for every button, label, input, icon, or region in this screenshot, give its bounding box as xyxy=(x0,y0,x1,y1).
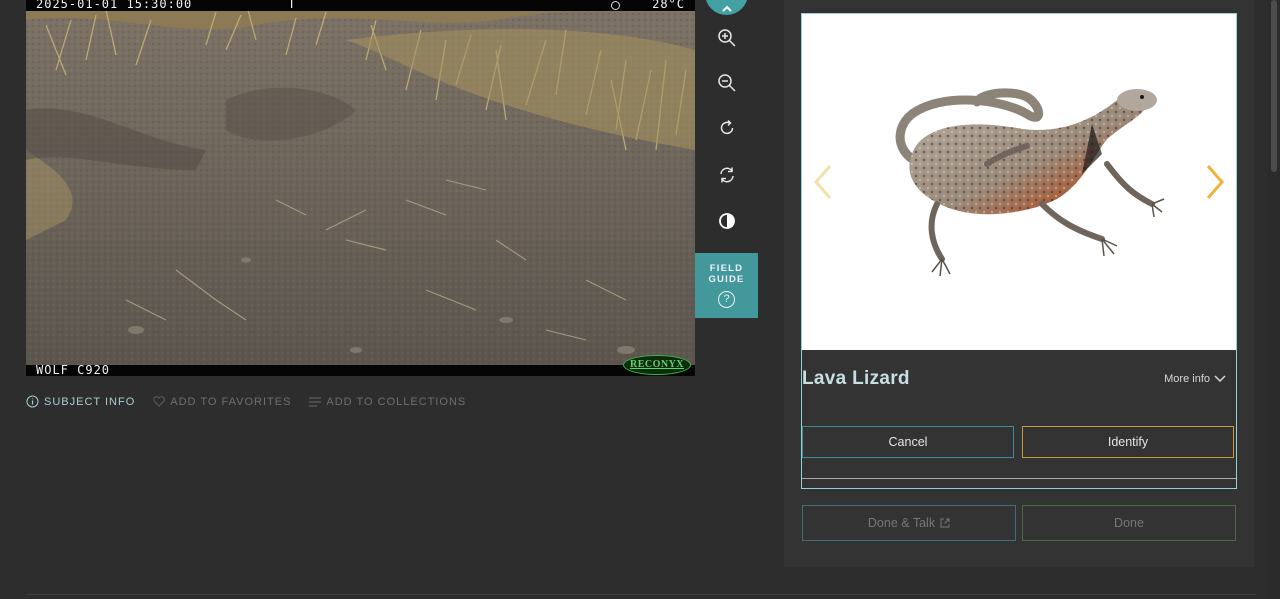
page-scrollbar[interactable] xyxy=(1268,0,1280,599)
subject-info-link[interactable]: SUBJECT INFO xyxy=(26,395,135,408)
rotate-icon xyxy=(720,119,733,135)
done-button[interactable]: Done xyxy=(1022,505,1236,541)
divider xyxy=(26,594,1256,595)
moon-phase-icon xyxy=(611,1,620,10)
help-icon: ? xyxy=(718,291,735,308)
card-divider xyxy=(802,478,1236,479)
next-image-button[interactable] xyxy=(1200,162,1230,202)
camera-model-bar: WOLF C920 xyxy=(26,363,695,376)
heart-icon xyxy=(153,396,166,407)
done-and-talk-label: Done & Talk xyxy=(867,516,936,530)
cancel-button[interactable]: Cancel xyxy=(802,426,1014,458)
more-info-toggle[interactable]: More info xyxy=(1164,373,1226,385)
field-guide-button[interactable]: FIELD GUIDE ? xyxy=(695,253,758,318)
reset-icon xyxy=(719,167,734,183)
add-to-favorites-link[interactable]: ADD TO FAVORITES xyxy=(153,395,291,408)
chevron-right-icon xyxy=(1206,165,1224,199)
camera-flag: T xyxy=(288,0,297,11)
camera-model: WOLF C920 xyxy=(36,363,111,376)
chevron-icon xyxy=(721,5,732,12)
reset-button[interactable] xyxy=(695,155,758,195)
lizard-illustration xyxy=(895,88,1165,277)
subject-info-label: SUBJECT INFO xyxy=(44,395,136,408)
species-card-footer: Lava Lizard More info Cancel Identify xyxy=(802,350,1236,488)
move-tool-button[interactable] xyxy=(705,0,748,15)
subject-meta-links: SUBJECT INFO ADD TO FAVORITES ADD TO COL… xyxy=(26,395,484,408)
more-info-label: More info xyxy=(1164,373,1210,385)
identify-button[interactable]: Identify xyxy=(1022,426,1234,458)
field-guide-label: FIELD GUIDE xyxy=(708,263,745,285)
camera-trap-photo xyxy=(26,0,695,376)
external-link-icon xyxy=(940,518,950,528)
invert-icon xyxy=(718,213,735,229)
camera-temperature: 28°C xyxy=(652,0,685,11)
rotate-button[interactable] xyxy=(695,108,758,148)
task-panel: Lava Lizard More info Cancel Identify Do… xyxy=(784,0,1254,567)
info-icon xyxy=(26,395,39,408)
subject-image[interactable]: 2025-01-01 15:30:00 T 28°C WOLF C920 REC… xyxy=(26,0,695,376)
species-card: Lava Lizard More info Cancel Identify xyxy=(801,13,1237,489)
camera-info-bar: 2025-01-01 15:30:00 T 28°C xyxy=(26,0,695,11)
list-icon xyxy=(309,396,322,407)
camera-timestamp: 2025-01-01 15:30:00 xyxy=(36,0,193,11)
zoom-in-icon xyxy=(717,29,736,47)
add-to-collections-label: ADD TO COLLECTIONS xyxy=(326,395,467,408)
species-name: Lava Lizard xyxy=(802,368,910,389)
previous-image-button[interactable] xyxy=(808,162,838,202)
done-and-talk-button[interactable]: Done & Talk xyxy=(802,505,1016,541)
add-to-collections-link[interactable]: ADD TO COLLECTIONS xyxy=(309,395,466,408)
add-to-favorites-label: ADD TO FAVORITES xyxy=(170,395,292,408)
chevron-down-icon xyxy=(1214,375,1226,383)
species-image xyxy=(802,14,1236,350)
chevron-left-icon xyxy=(814,165,832,199)
zoom-in-button[interactable] xyxy=(695,18,758,58)
zoom-out-icon xyxy=(717,74,736,92)
invert-button[interactable] xyxy=(695,201,758,241)
brand-logo: RECONYX xyxy=(623,355,691,375)
scrollbar-thumb[interactable] xyxy=(1271,0,1277,172)
zoom-out-button[interactable] xyxy=(695,63,758,103)
